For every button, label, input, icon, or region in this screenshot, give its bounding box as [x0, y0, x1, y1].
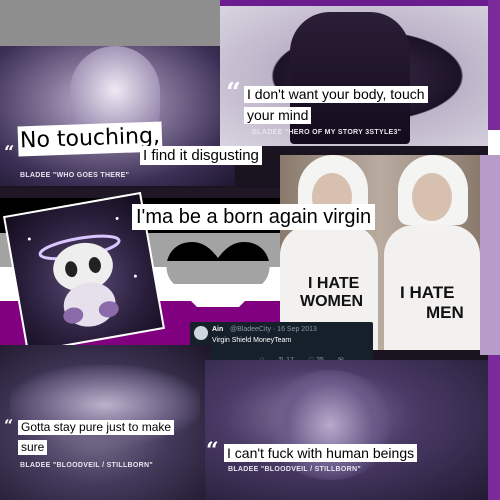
quote-4-line2: sure — [18, 440, 48, 455]
quote-1-line2: your mind — [244, 107, 312, 124]
quote-2-rest: I find it disgusting — [140, 146, 262, 165]
face-right — [412, 173, 452, 221]
hoodie-figure — [290, 12, 410, 144]
quote-5: I can't fuck with human beings — [224, 444, 418, 462]
quote-1-line1: I don't want your body, touch — [244, 86, 428, 103]
tweet-name: Ain — [212, 326, 224, 333]
shirt-right-text: I HATE MEN — [400, 283, 464, 323]
quote-mark-4: “ — [4, 416, 14, 435]
quote-1-credit: BLADEE "HERO OF MY STORY 3STYLE3" — [252, 129, 402, 136]
quote-5-credit: BLADEE "BLOODVEIL / STILLBORN" — [228, 466, 361, 473]
tweet-text: Virgin Shield MoneyTeam — [212, 337, 292, 344]
photo-bottom-right — [205, 360, 488, 500]
photo-top-left — [0, 46, 235, 186]
photo-shirts: I HATE WOMEN I HATE MEN — [280, 155, 480, 350]
top-grey-stripe — [0, 0, 220, 46]
shirt-right-line1: I HATE — [400, 283, 455, 302]
quote-mark-1: “ — [226, 78, 241, 108]
tweet-handle: @BladeeCity · 16 Sep 2013 — [230, 326, 317, 333]
quote-4-credit: BLADEE "BLOODVEIL / STILLBORN" — [20, 462, 153, 469]
photo-right-small — [480, 155, 500, 355]
ace-heart-icon — [166, 242, 270, 328]
shirt-left-text: I HATE WOMEN — [300, 275, 363, 311]
quote-4-line1: Gotta stay pure just to make — [18, 420, 175, 435]
tweet-avatar — [194, 326, 208, 340]
quote-3: I'ma be a born again virgin — [132, 204, 376, 230]
quote-mark-5: “ — [206, 438, 219, 464]
figure-blur — [265, 370, 395, 480]
shirt-right-line2: MEN — [426, 303, 464, 322]
quote-2-credit: BLADEE "WHO GOES THERE" — [20, 172, 130, 179]
shirt-left-line1: I HATE — [308, 275, 360, 292]
shirt-left-line2: WOMEN — [300, 293, 364, 310]
quote-mark-2: “ — [4, 142, 15, 163]
